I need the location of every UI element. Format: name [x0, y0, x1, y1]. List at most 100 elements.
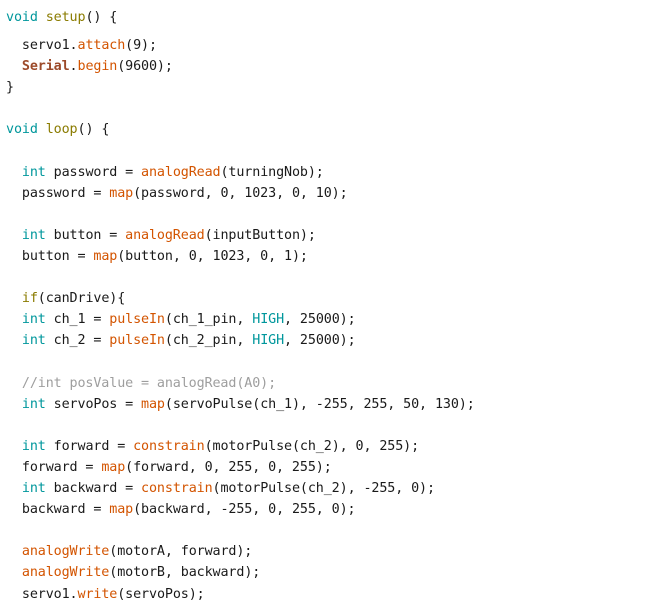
token-plain: =	[69, 249, 94, 265]
token-plain: canDrive	[45, 291, 110, 307]
token-keyword: int	[21, 164, 46, 180]
token-plain: (	[204, 227, 213, 243]
token-plain: backward	[141, 502, 205, 518]
code-line: void setup() {	[0, 0, 668, 35]
token-plain: ), -255, 255, 50, 130);	[291, 396, 475, 412]
token-plain: password	[53, 164, 118, 180]
token-plain: , 0, 255, 0, 255);	[188, 459, 332, 475]
token-plain: servoPos	[125, 586, 189, 602]
code-line: int forward = constrain(motorPulse(ch_2)…	[0, 436, 668, 457]
token-plain: forward	[21, 459, 78, 475]
token-plain: button	[21, 249, 70, 265]
token-plain: (	[117, 586, 126, 602]
code-line: button = map(button, 0, 1023, 0, 1);	[0, 246, 668, 267]
token-plain: backward	[21, 502, 86, 518]
token-plain: ,	[236, 312, 253, 328]
token-plain: (	[133, 502, 142, 518]
token-plain: (	[299, 481, 308, 497]
token-plain: servo1	[21, 38, 70, 54]
token-plain: );	[299, 227, 316, 243]
token-plain: }	[6, 80, 14, 96]
token-keyword: HIGH	[252, 312, 285, 328]
token-plain: () {	[85, 10, 118, 25]
code-line: void loop() {	[0, 119, 668, 140]
code-line: if(canDrive){	[0, 288, 668, 309]
token-plain: (9600);	[117, 59, 173, 75]
token-function: analogWrite	[21, 565, 110, 581]
token-function: constrain	[141, 481, 213, 497]
token-plain: =	[77, 459, 102, 475]
code-line: int button = analogRead(inputButton);	[0, 225, 668, 246]
token-keyword: void	[6, 122, 38, 138]
code-listing: void setup() { servo1.attach(9); Serial.…	[0, 0, 668, 610]
token-plain: ch_2	[53, 333, 86, 349]
token-plain: ch_1_pin	[172, 312, 237, 328]
token-plain: =	[117, 481, 142, 497]
token-plain: servoPos	[53, 396, 118, 412]
token-plain: .	[69, 59, 78, 75]
token-plain: , 25000);	[284, 333, 356, 349]
token-plain: , 25000);	[284, 312, 356, 328]
token-plain: () {	[77, 122, 110, 138]
token-function: write	[77, 586, 118, 602]
code-line: forward = map(forward, 0, 255, 0, 255);	[0, 457, 668, 478]
token-plain: (	[164, 396, 173, 412]
code-line-comment: //int posValue = analogRead(A0);	[0, 373, 668, 394]
token-plain: password	[141, 185, 205, 201]
token-plain: (	[252, 396, 261, 412]
token-plain: motorPulse	[220, 481, 300, 497]
code-line: Serial.begin(9600);	[0, 56, 668, 77]
token-plain: (	[164, 333, 173, 349]
token-plain: );	[188, 586, 205, 602]
token-keyword: void	[6, 10, 38, 25]
token-plain: (9);	[125, 38, 157, 54]
code-line: servo1.write(servoPos);	[0, 584, 668, 605]
token-plain: =	[85, 185, 110, 201]
token-function: begin	[77, 59, 118, 75]
token-plain: ch_1	[53, 312, 86, 328]
token-keyword: int	[21, 438, 46, 454]
token-plain: =	[117, 396, 142, 412]
token-plain: ch_2	[307, 481, 340, 497]
token-function: map	[93, 249, 118, 265]
token-control: setup	[45, 10, 86, 25]
token-plain: , 0, 1023, 0, 10);	[204, 185, 348, 201]
token-keyword: int	[21, 312, 46, 328]
token-function: analogWrite	[21, 544, 110, 560]
token-plain: );	[244, 565, 261, 581]
token-plain: (	[164, 312, 173, 328]
token-function: pulseIn	[109, 333, 165, 349]
token-object: Serial	[21, 59, 70, 75]
token-plain: ch_1	[260, 396, 292, 412]
code-line: int ch_2 = pulseIn(ch_2_pin, HIGH, 25000…	[0, 330, 668, 351]
token-plain: (	[37, 291, 46, 307]
token-keyword: int	[21, 333, 46, 349]
code-line: backward = map(backward, -255, 0, 255, 0…	[0, 499, 668, 520]
token-plain: forward	[180, 544, 237, 560]
token-control: loop	[45, 122, 78, 138]
token-plain: .	[69, 586, 78, 602]
code-line: int password = analogRead(turningNob);	[0, 162, 668, 183]
token-plain: ch_2	[299, 438, 332, 454]
token-plain: ,	[164, 544, 181, 560]
token-plain: forward	[53, 438, 110, 454]
token-plain: button	[125, 249, 173, 265]
token-plain: ), 0, 255);	[331, 438, 420, 454]
